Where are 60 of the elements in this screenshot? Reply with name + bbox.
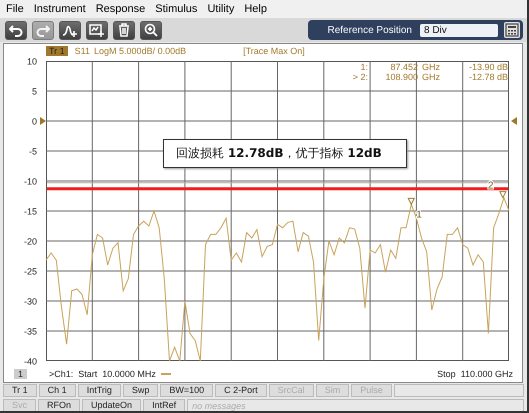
status-button[interactable]: IntRef — [143, 399, 186, 411]
status-button[interactable]: Tr 1 — [3, 384, 37, 397]
marker-label: 1 — [416, 210, 422, 220]
add-trace-button[interactable] — [59, 20, 81, 40]
status-button[interactable]: Swp — [122, 384, 158, 397]
y-tick-label: -25 — [24, 266, 37, 277]
menu-item[interactable]: File — [6, 3, 24, 15]
marker-number: > 2: — [352, 72, 368, 82]
zoom-icon — [144, 23, 158, 37]
trace-settings: LogM 5.000dB/ 0.00dB — [94, 46, 186, 56]
status-button[interactable]: UpdateOn — [82, 399, 142, 411]
delete-button[interactable] — [113, 20, 135, 40]
marker-number: 1: — [359, 62, 368, 72]
y-tick-label: -5 — [28, 146, 37, 157]
zoom-button[interactable] — [140, 20, 162, 40]
status-button[interactable]: BW=100 — [160, 384, 214, 397]
marker-triangle-icon — [407, 198, 416, 206]
keypad-button[interactable] — [504, 22, 520, 38]
y-tick-label: -20 — [24, 236, 37, 247]
stop-frequency: Stop 110.000 GHz — [437, 369, 513, 380]
annotation-text: 回波损耗 12.78dB，优于指标 12dB — [176, 145, 382, 162]
status-button[interactable]: C 2-Port — [215, 384, 267, 397]
message-field[interactable]: no messages — [187, 399, 524, 411]
reference-level-icon — [511, 117, 517, 126]
keypad-icon — [505, 23, 519, 37]
menu-item[interactable]: Help — [244, 3, 267, 15]
y-tick-label: 5 — [32, 86, 37, 97]
status-button[interactable]: Ch 1 — [38, 384, 76, 397]
marker-unit: GHz — [421, 72, 441, 82]
marker-triangle-icon — [499, 191, 507, 199]
reference-position-field[interactable]: 8 Div — [420, 24, 498, 36]
add-window-button[interactable] — [86, 20, 108, 40]
marker-value: -12.78 dB — [468, 72, 508, 82]
redo-icon — [36, 23, 50, 37]
trace-badge[interactable]: Tr 1 — [46, 46, 68, 56]
reference-position-label: Reference Position — [328, 24, 412, 36]
marker-value: -13.90 dB — [468, 62, 508, 72]
status-button[interactable]: IntTrig — [78, 384, 121, 397]
y-tick-label: 10 — [26, 56, 37, 67]
menu-item[interactable]: Stimulus — [155, 3, 198, 15]
status-button[interactable]: RFOn — [38, 399, 80, 411]
y-tick-label: -15 — [24, 206, 37, 217]
menu-item[interactable]: Instrument — [34, 3, 86, 15]
start-frequency: >Ch1: Start 10.0000 MHz — [49, 369, 156, 380]
channel-number[interactable]: 1 — [14, 369, 28, 380]
y-tick-label: 0 — [32, 116, 37, 127]
trace-parameter: S11 — [74, 46, 90, 56]
y-tick-label: -40 — [24, 356, 37, 366]
y-tick-label: -35 — [24, 326, 37, 337]
marker-unit: GHz — [421, 62, 441, 72]
window-plus-icon — [89, 23, 105, 37]
trace-plus-icon — [62, 23, 78, 37]
undo-button[interactable] — [5, 20, 27, 40]
y-tick-label: -10 — [24, 176, 37, 187]
trace-status: [Trace Max On] — [243, 46, 305, 56]
y-tick-label: -30 — [24, 296, 37, 307]
trash-icon — [117, 23, 131, 37]
undo-icon — [9, 23, 23, 37]
menu-item[interactable]: Utility — [207, 3, 234, 15]
menu-item[interactable]: Response — [96, 3, 146, 15]
